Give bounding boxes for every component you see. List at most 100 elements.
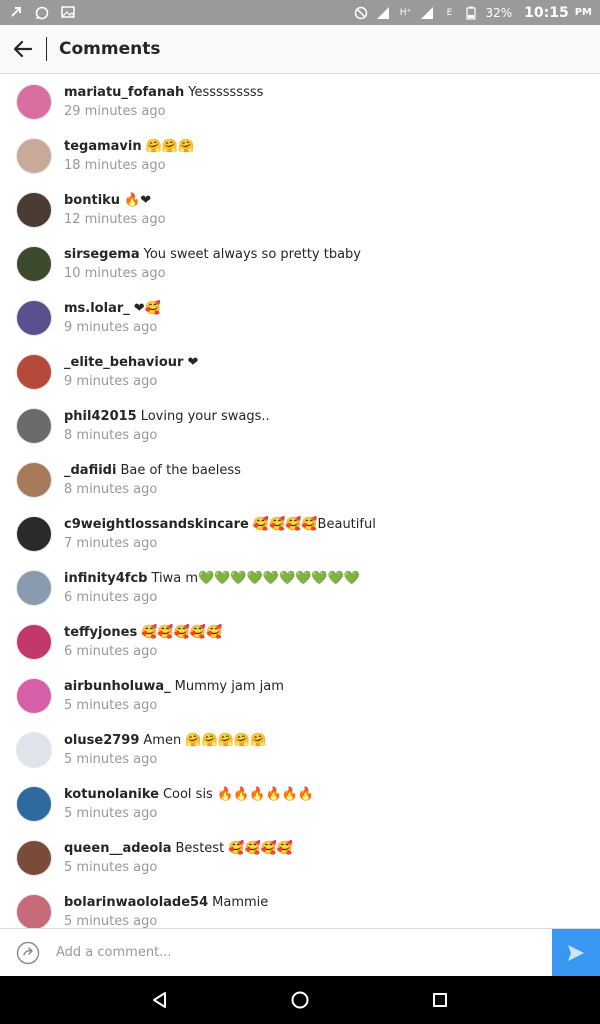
nav-home-button[interactable] [280,980,320,1020]
comment-timestamp: 5 minutes ago [64,806,158,821]
reply-icon[interactable] [16,941,40,965]
comment-timestamp: 9 minutes ago [64,320,158,335]
back-button[interactable] [0,25,46,74]
comment-body: infinity4fcb Tiwa m💚💚💚💚💚💚💚💚💚💚 6 minutes ag… [64,569,360,607]
comment-timestamp: 10 minutes ago [64,266,166,281]
nav-back-button[interactable] [140,980,180,1020]
comment-username[interactable]: ms.lolar_ [64,301,130,316]
comment-row[interactable]: _elite_behaviour ❤ 9 minutes ago [0,345,600,399]
comment-body: oluse2799 Amen 🤗🤗🤗🤗🤗 5 minutes ago [64,731,266,769]
avatar[interactable] [16,570,52,606]
avatar[interactable] [16,192,52,228]
comment-line: tegamavin 🤗🤗🤗 [64,137,194,156]
avatar[interactable] [16,678,52,714]
comment-body: kotunolanike Cool sis 🔥🔥🔥🔥🔥🔥 5 minutes ago [64,785,314,823]
comment-row[interactable]: mariatu_fofanah Yesssssssss 29 minutes ago [0,75,600,129]
comment-line: phil42015 Loving your swags.. [64,407,270,426]
comment-row[interactable]: kotunolanike Cool sis 🔥🔥🔥🔥🔥🔥 5 minutes ago [0,777,600,831]
comment-body: tegamavin 🤗🤗🤗 18 minutes ago [64,137,194,175]
comment-timestamp: 5 minutes ago [64,752,158,767]
comment-row[interactable]: teffyjones 🥰🥰🥰🥰🥰 6 minutes ago [0,615,600,669]
comment-text: 🥰🥰🥰🥰Beautiful [252,517,376,532]
comment-row[interactable]: infinity4fcb Tiwa m💚💚💚💚💚💚💚💚💚💚 6 minutes ag… [0,561,600,615]
avatar[interactable] [16,840,52,876]
comment-text: Yesssssssss [188,85,264,100]
comment-row[interactable]: bontiku 🔥❤ 12 minutes ago [0,183,600,237]
gallery-icon [60,5,76,20]
comment-line: bontiku 🔥❤ [64,191,166,210]
comment-line: c9weightlossandskincare 🥰🥰🥰🥰Beautiful [64,515,376,534]
comment-username[interactable]: phil42015 [64,409,137,424]
comment-username[interactable]: queen__adeola [64,841,172,856]
triangle-back-icon [153,992,166,1008]
comment-line: bolarinwaololade54 Mammie [64,893,268,912]
comment-username[interactable]: teffyjones [64,625,137,640]
comment-row[interactable]: bolarinwaololade54 Mammie 5 minutes ago [0,885,600,928]
avatar[interactable] [16,516,52,552]
comment-row[interactable]: queen__adeola Bestest 🥰🥰🥰🥰 5 minutes ago [0,831,600,885]
comment-timestamp: 29 minutes ago [64,104,166,119]
comment-text: Mummy jam jam [174,679,284,694]
comment-text: 🔥❤ [124,193,152,208]
avatar[interactable] [16,300,52,336]
avatar[interactable] [16,732,52,768]
avatar[interactable] [16,408,52,444]
comment-username[interactable]: infinity4fcb [64,571,147,586]
comment-body: bontiku 🔥❤ 12 minutes ago [64,191,166,229]
comment-body: sirsegema You sweet always so pretty tbab… [64,245,361,283]
comment-row[interactable]: sirsegema You sweet always so pretty tbab… [0,237,600,291]
comment-text: Mammie [212,895,269,910]
avatar[interactable] [16,624,52,660]
system-nav-bar [0,976,600,1024]
nav-recents-button[interactable] [420,980,460,1020]
comment-input[interactable] [56,932,552,973]
comment-username[interactable]: tegamavin [64,139,142,154]
comment-row[interactable]: tegamavin 🤗🤗🤗 18 minutes ago [0,129,600,183]
whatsapp-icon [34,6,50,20]
avatar[interactable] [16,84,52,120]
data-icon: H⁺ [399,7,412,18]
comment-username[interactable]: bontiku [64,193,120,208]
battery-icon [463,6,479,20]
comment-list[interactable]: mariatu_fofanah Yesssssssss 29 minutes ago… [0,75,600,928]
comment-row[interactable]: c9weightlossandskincare 🥰🥰🥰🥰Beautiful 7 mi… [0,507,600,561]
comment-row[interactable]: phil42015 Loving your swags.. 8 minutes ag… [0,399,600,453]
avatar[interactable] [16,354,52,390]
comment-row[interactable]: ms.lolar_ ❤🥰 9 minutes ago [0,291,600,345]
comment-username[interactable]: _dafiidi [64,463,116,478]
avatar[interactable] [16,246,52,282]
comment-username[interactable]: mariatu_fofanah [64,85,184,100]
comment-body: mariatu_fofanah Yesssssssss 29 minutes ago [64,83,263,121]
comment-text: Amen 🤗🤗🤗🤗🤗 [143,733,267,748]
comment-body: phil42015 Loving your swags.. 8 minutes ag… [64,407,270,445]
comment-username[interactable]: oluse2799 [64,733,139,748]
comment-timestamp: 6 minutes ago [64,644,158,659]
comment-username[interactable]: _elite_behaviour [64,355,183,370]
comment-row[interactable]: _dafiidi Bae of the baeless 8 minutes ago [0,453,600,507]
title-divider [46,37,47,61]
comment-text: ❤🥰 [133,301,161,316]
comment-body: bolarinwaololade54 Mammie 5 minutes ago [64,893,268,928]
avatar[interactable] [16,894,52,928]
clock-time: 10:15 [524,4,569,21]
comment-username[interactable]: airbunholuwa_ [64,679,171,694]
comment-line: sirsegema You sweet always so pretty tbab… [64,245,361,264]
avatar[interactable] [16,138,52,174]
send-button[interactable] [552,928,600,977]
avatar[interactable] [16,462,52,498]
comment-username[interactable]: sirsegema [64,247,140,262]
comment-text: Bestest 🥰🥰🥰🥰 [175,841,294,856]
comment-username[interactable]: kotunolanike [64,787,159,802]
comment-timestamp: 18 minutes ago [64,158,166,173]
comment-timestamp: 6 minutes ago [64,590,158,605]
comment-row[interactable]: airbunholuwa_ Mummy jam jam 5 minutes ago [0,669,600,723]
notification-icon [8,6,24,20]
comment-line: teffyjones 🥰🥰🥰🥰🥰 [64,623,222,642]
comment-text: ❤ [187,355,199,370]
avatar[interactable] [16,786,52,822]
comment-username[interactable]: bolarinwaololade54 [64,895,208,910]
comment-body: ms.lolar_ ❤🥰 9 minutes ago [64,299,161,337]
comment-row[interactable]: oluse2799 Amen 🤗🤗🤗🤗🤗 5 minutes ago [0,723,600,777]
comment-text: Tiwa m💚💚💚💚💚💚💚💚💚💚 [151,571,360,586]
comment-username[interactable]: c9weightlossandskincare [64,517,249,532]
